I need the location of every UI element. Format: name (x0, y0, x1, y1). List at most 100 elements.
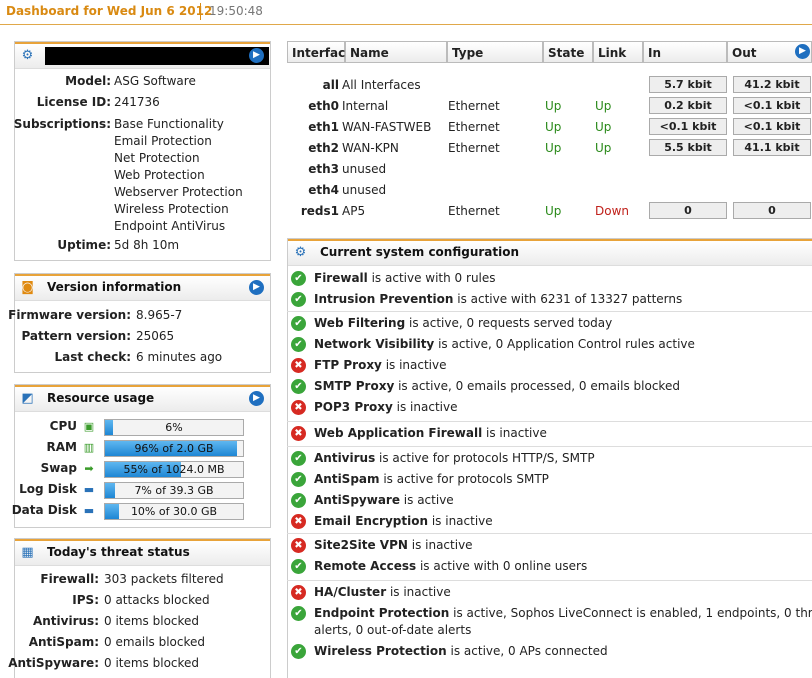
config-feature-name[interactable]: Web Filtering (314, 316, 405, 330)
interfaces-details-arrow-icon[interactable]: ▶ (795, 44, 810, 59)
system-details-arrow-icon[interactable]: ▶ (249, 48, 264, 63)
interface-row[interactable]: reds1 AP5 Ethernet Up Down 0 0 (287, 201, 812, 222)
resource-details-arrow-icon[interactable]: ▶ (249, 391, 264, 406)
cpu-label: CPU (49, 419, 77, 433)
status-error-icon: ✖ (291, 585, 306, 600)
config-feature-name[interactable]: Endpoint Protection (314, 606, 449, 620)
col-name[interactable]: Name (345, 41, 447, 63)
config-item[interactable]: ✔ Remote Access is active with 0 online u… (287, 557, 812, 578)
last-check-row: Last check: 6 minutes ago (15, 350, 270, 371)
interface-link: Down (595, 204, 630, 218)
config-item[interactable]: ✖ Web Application Firewall is inactive (287, 424, 812, 445)
config-feature-name[interactable]: Antivirus (314, 451, 375, 465)
cpu-bar-label: 6% (165, 421, 183, 434)
col-link[interactable]: Link (593, 41, 643, 63)
config-item[interactable]: ✖ Site2Site VPN is inactive (287, 536, 812, 557)
hostname-redacted (45, 47, 269, 65)
config-feature-status: is active, Sophos LiveConnect is enabled… (449, 606, 812, 620)
config-panel-title: Current system configuration (320, 245, 520, 259)
config-item[interactable]: ✔ Web Filtering is active, 0 requests ser… (287, 314, 812, 335)
config-item[interactable]: ✖ Email Encryption is inactive (287, 512, 812, 533)
status-ok-icon: ✔ (291, 559, 306, 574)
config-item[interactable]: ✖ POP3 Proxy is inactive (287, 398, 812, 419)
config-item-text: Firewall is active with 0 rules (314, 271, 496, 285)
resource-panel: ◩ Resource usage ▶ CPU ▣ 6% RAM ▥ 96% of… (11, 384, 271, 528)
resource-panel-header: ◩ Resource usage ▶ (15, 385, 270, 412)
config-feature-name[interactable]: SMTP Proxy (314, 379, 394, 393)
config-item[interactable]: ✔ Network Visibility is active, 0 Applica… (287, 335, 812, 356)
col-interface[interactable]: Interface (287, 41, 353, 63)
firmware-label: Firmware version: (8, 308, 131, 322)
resource-panel-title: Resource usage (47, 391, 155, 405)
status-error-icon: ✖ (291, 538, 306, 553)
config-feature-name[interactable]: Site2Site VPN (314, 538, 408, 552)
config-feature-name[interactable]: HA/Cluster (314, 585, 386, 599)
ram-label: RAM (46, 440, 77, 454)
interface-id: eth4 (308, 183, 339, 197)
threat-antispyware-label: AntiSpyware: (8, 656, 99, 670)
config-feature-name[interactable]: Network Visibility (314, 337, 434, 351)
subscription-item: Webserver Protection (114, 185, 243, 199)
col-state[interactable]: State (543, 41, 593, 63)
uptime-value: 5d 8h 10m (114, 238, 180, 252)
interface-row[interactable]: eth0 Internal Ethernet Up Up 0.2 kbit <0.1 kbi… (287, 96, 812, 117)
config-panel-header: ⚙ Current system configuration (288, 239, 812, 266)
interface-name: unused (342, 162, 387, 176)
config-feature-name[interactable]: POP3 Proxy (314, 400, 393, 414)
config-feature-name[interactable]: AntiSpam (314, 472, 380, 486)
col-type[interactable]: Type (447, 41, 543, 63)
config-feature-name[interactable]: AntiSpyware (314, 493, 400, 507)
subscription-item: Wireless Protection (114, 202, 229, 216)
config-feature-name[interactable]: Web Application Firewall (314, 426, 482, 440)
config-feature-name[interactable]: Intrusion Prevention (314, 292, 453, 306)
config-feature-name[interactable]: Firewall (314, 271, 368, 285)
config-item[interactable]: ✔ SMTP Proxy is active, 0 emails processe… (287, 377, 812, 398)
data-disk-label: Data Disk (11, 503, 77, 517)
config-item[interactable]: ✔ Endpoint Protection is active, Sophos L… (287, 604, 812, 637)
group-divider (287, 311, 812, 312)
config-item[interactable]: ✔ AntiSpam is active for protocols SMTP (287, 470, 812, 491)
disk-icon: ▬ (83, 504, 95, 517)
config-item-text: Intrusion Prevention is active with 6231… (314, 292, 682, 306)
pattern-label: Pattern version: (21, 329, 131, 343)
config-feature-name[interactable]: Remote Access (314, 559, 416, 573)
config-item-text: Web Filtering is active, 0 requests serv… (314, 316, 612, 330)
config-feature-name[interactable]: Wireless Protection (314, 644, 447, 658)
license-value: 241736 (114, 95, 160, 109)
config-feature-status: is active with 0 rules (367, 271, 496, 285)
config-item[interactable]: ✖ FTP Proxy is inactive (287, 356, 812, 377)
version-details-arrow-icon[interactable]: ▶ (249, 280, 264, 295)
pattern-value: 25065 (136, 329, 175, 343)
config-item[interactable]: ✔ Intrusion Prevention is active with 623… (287, 290, 812, 311)
gear-icon: ⚙ (294, 245, 307, 260)
system-panel-header: ⚙ ▶ (15, 42, 270, 69)
status-ok-icon: ✔ (291, 451, 306, 466)
interface-row[interactable]: eth3 unused (287, 159, 812, 180)
config-feature-name[interactable]: FTP Proxy (314, 358, 382, 372)
interface-id: reds1 (300, 204, 339, 218)
config-item-text: Email Encryption is inactive (314, 514, 493, 528)
interface-state: Up (545, 120, 562, 134)
subscription-item: Endpoint AntiVirus (114, 219, 226, 233)
config-item[interactable]: ✔ Antivirus is active for protocols HTTP/… (287, 449, 812, 470)
interface-row[interactable]: eth2 WAN-KPN Ethernet Up Up 5.5 kbit 41.1 kbit (287, 138, 812, 159)
version-panel-title: Version information (47, 280, 182, 294)
config-feature-status: is inactive (407, 538, 473, 552)
config-item[interactable]: ✖ HA/Cluster is inactive (287, 583, 812, 604)
config-item-text: POP3 Proxy is inactive (314, 400, 457, 414)
col-in[interactable]: In (643, 41, 727, 63)
log-disk-bar: 7% of 39.3 GB (104, 482, 244, 499)
interface-row[interactable]: eth1 WAN-FASTWEB Ethernet Up Up <0.1 kbit <0.1… (287, 117, 812, 138)
config-item[interactable]: ✔ AntiSpyware is active (287, 491, 812, 512)
config-feature-name[interactable]: Email Encryption (314, 514, 428, 528)
config-item[interactable]: ✔ Firewall is active with 0 rules (287, 269, 812, 290)
dashboard-time: 19:50:48 (209, 4, 263, 18)
subscription-item: Web Protection (114, 168, 205, 182)
status-error-icon: ✖ (291, 426, 306, 441)
threat-antivirus-label: Antivirus: (32, 614, 99, 628)
interface-row[interactable]: eth4 unused (287, 180, 812, 201)
config-item[interactable]: ✔ Wireless Protection is active, 0 APs co… (287, 642, 812, 663)
interface-in-rate: 5.5 kbit (649, 139, 727, 156)
status-ok-icon: ✔ (291, 337, 306, 352)
interface-row[interactable]: all All Interfaces 5.7 kbit 41.2 kbit (287, 75, 812, 96)
